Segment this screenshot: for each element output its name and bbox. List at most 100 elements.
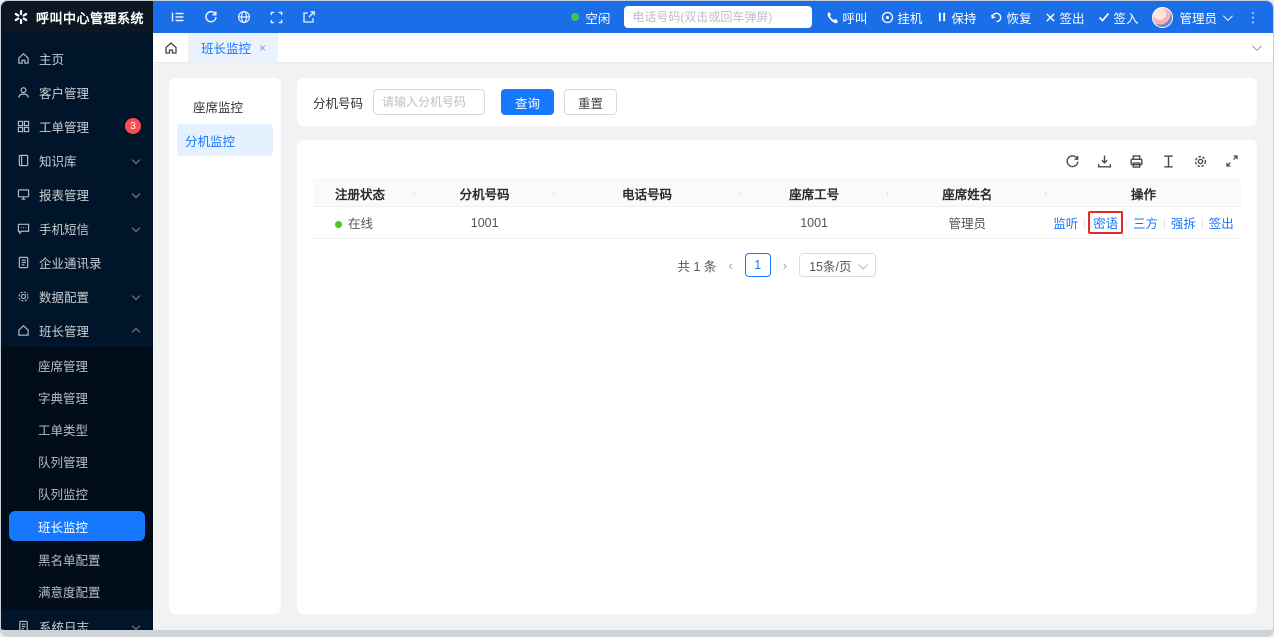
column-header: 分机号码 (415, 184, 555, 203)
globe-icon[interactable] (237, 10, 251, 24)
user-name: 管理员 (1179, 11, 1217, 26)
more-icon[interactable]: ⋮ (1244, 9, 1263, 26)
chevron-up-icon (131, 327, 141, 337)
sidebar-item-directory[interactable]: 企业通讯录 (1, 245, 153, 279)
resume-label: 恢复 (1006, 11, 1032, 26)
query-button[interactable]: 查询 (501, 89, 555, 115)
page-size-select[interactable]: 15条/页 (799, 253, 877, 277)
sidebar-item-knowledge[interactable]: 知识库 (1, 143, 153, 177)
signout-button[interactable]: 签出 (1045, 8, 1084, 27)
home-icon (164, 41, 177, 54)
file-icon (17, 620, 30, 630)
tab-supervisor-monitor[interactable]: 班长监控 × (189, 33, 279, 62)
user-menu[interactable]: 管理员 (1152, 6, 1233, 28)
phone-number-input[interactable] (624, 6, 813, 28)
action-divider: | (1083, 216, 1087, 229)
panel-item-extension-monitor[interactable]: 分机监控 (177, 124, 273, 156)
table-row: 在线 1001 1001 管理员 监听 | 密语 | 三方 | 强拆 | 签出 (313, 207, 1241, 239)
sidebar-item-label: 报表管理 (39, 188, 90, 203)
resume-button[interactable]: 恢复 (990, 8, 1031, 27)
home-icon (17, 324, 30, 337)
download-icon[interactable] (1097, 154, 1112, 169)
topbar: 呼叫中心管理系统 空闲 电话号码(双击或回车弹屏) 呼叫 挂机 保持 恢复 签出… (1, 1, 1273, 33)
contacts-icon (17, 256, 30, 269)
extension-search-input[interactable] (373, 89, 486, 115)
sidebar-item-label: 系统日志 (39, 620, 90, 631)
refresh-icon[interactable] (1065, 154, 1080, 169)
hangup-button[interactable]: 挂机 (881, 8, 922, 27)
sidebar-item-reports[interactable]: 报表管理 (1, 177, 153, 211)
monitor-action-link[interactable]: 监听 (1048, 213, 1083, 232)
whisper-action-link-highlighted[interactable]: 密语 (1088, 211, 1124, 234)
status-text: 在线 (348, 217, 374, 231)
cell-extension: 1001 (470, 215, 499, 230)
three-way-action-link[interactable]: 三方 (1128, 213, 1163, 232)
sidebar-item-home[interactable]: 主页 (1, 41, 153, 75)
submenu-label: 班长监控 (38, 520, 89, 535)
app-window: 呼叫中心管理系统 空闲 电话号码(双击或回车弹屏) 呼叫 挂机 保持 恢复 签出… (0, 0, 1274, 637)
tab-list-dropdown[interactable] (1251, 33, 1273, 62)
hold-button[interactable]: 保持 (936, 8, 976, 27)
hold-label: 保持 (951, 11, 977, 26)
topbar-tools (153, 1, 316, 33)
chevron-down-icon (858, 259, 869, 270)
tab-close-icon[interactable]: × (259, 41, 266, 55)
submenu-item-agent-mgmt[interactable]: 座席管理 (1, 349, 153, 381)
status-dot-icon (571, 13, 580, 21)
force-release-action-link[interactable]: 强拆 (1166, 213, 1201, 232)
submenu-item-supervisor-monitor[interactable]: 班长监控 (9, 511, 145, 541)
column-header: 座席姓名 (888, 184, 1046, 203)
chevron-down-icon (1251, 41, 1262, 52)
sidebar-item-label: 手机短信 (39, 222, 90, 237)
chevron-down-icon (131, 223, 141, 233)
tab-label: 班长监控 (201, 42, 252, 56)
sidebar-item-label: 数据配置 (39, 290, 90, 305)
sidebar-item-supervisor[interactable]: 班长管理 (1, 313, 153, 347)
expand-icon[interactable] (1225, 154, 1239, 169)
signout-action-link[interactable]: 签出 (1204, 213, 1239, 232)
signin-button[interactable]: 签入 (1098, 8, 1138, 27)
call-button[interactable]: 呼叫 (826, 8, 867, 27)
column-header: 电话号码 (554, 184, 740, 203)
prev-page-icon[interactable]: ‹ (726, 258, 734, 273)
cell-actions: 监听 | 密语 | 三方 | 强拆 | 签出 (1046, 211, 1241, 234)
sidebar-item-label: 主页 (39, 52, 65, 67)
call-label: 呼叫 (842, 11, 868, 26)
print-icon[interactable] (1129, 154, 1144, 169)
pagination: 共 1 条 ‹ 1 › 15条/页 (313, 239, 1241, 283)
submenu-item-satisfaction-config[interactable]: 满意度配置 (1, 575, 153, 607)
submenu-item-ticket-type[interactable]: 工单类型 (1, 413, 153, 445)
cell-agent-name: 管理员 (948, 217, 986, 231)
submenu-label: 满意度配置 (38, 585, 101, 600)
chevron-down-icon (131, 155, 141, 165)
online-dot-icon (335, 221, 342, 229)
panel-item-label: 座席监控 (193, 100, 244, 115)
sidebar-item-tickets[interactable]: 工单管理 3 (1, 109, 153, 143)
sidebar-item-label: 知识库 (39, 154, 77, 169)
reset-button[interactable]: 重置 (564, 89, 618, 115)
submenu-item-blacklist-config[interactable]: 黑名单配置 (1, 543, 153, 575)
menu-fold-icon[interactable] (171, 10, 185, 24)
next-page-icon[interactable]: › (781, 258, 789, 273)
page-size-value: 15条/页 (809, 259, 852, 274)
settings-gear-icon[interactable] (1193, 154, 1208, 169)
row-height-icon[interactable] (1161, 154, 1176, 169)
sidebar: 主页 客户管理 工单管理 3 知识库 报表管理 手机短信 企业通讯录 数据配置 … (1, 33, 153, 630)
page-number-button[interactable]: 1 (744, 253, 771, 277)
submenu-item-queue-mgmt[interactable]: 队列管理 (1, 445, 153, 477)
submenu-label: 队列监控 (38, 487, 89, 502)
panel-item-agent-monitor[interactable]: 座席监控 (177, 90, 273, 122)
sidebar-item-system-log[interactable]: 系统日志 (1, 609, 153, 630)
submenu-label: 座席管理 (38, 359, 89, 374)
external-link-icon[interactable] (302, 10, 316, 24)
submenu-item-dict-mgmt[interactable]: 字典管理 (1, 381, 153, 413)
search-label: 分机号码 (313, 96, 364, 111)
refresh-icon[interactable] (204, 10, 218, 24)
app-title: 呼叫中心管理系统 (36, 10, 145, 26)
fullscreen-icon[interactable] (270, 11, 283, 24)
sidebar-item-data-config[interactable]: 数据配置 (1, 279, 153, 313)
sidebar-item-sms[interactable]: 手机短信 (1, 211, 153, 245)
tab-home[interactable] (153, 33, 189, 62)
sidebar-item-customers[interactable]: 客户管理 (1, 75, 153, 109)
submenu-item-queue-monitor[interactable]: 队列监控 (1, 477, 153, 509)
